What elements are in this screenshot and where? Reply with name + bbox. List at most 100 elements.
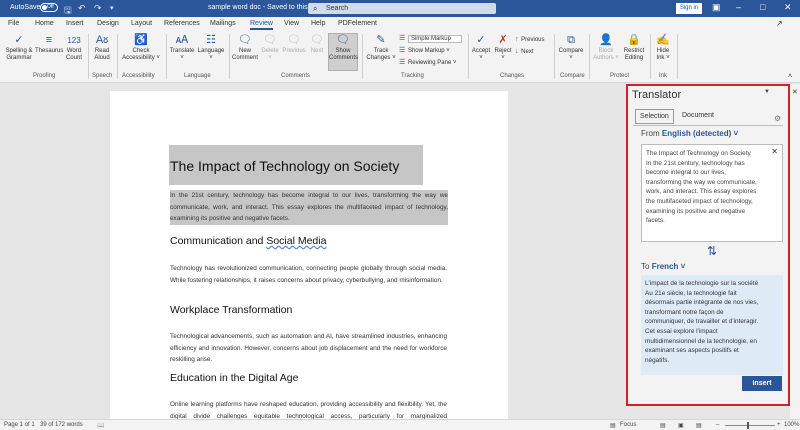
show-markup-button[interactable]: ☰ Show Markup ˅ [399,46,450,54]
new-comment-button[interactable]: 🗨 New Comment [231,34,259,62]
swap-languages-icon[interactable]: ⇅ [707,244,717,258]
clear-icon[interactable]: ✕ [771,147,778,157]
spelling-label: Spelling & Grammar [5,48,33,61]
focus-button[interactable]: Focus [620,422,636,428]
tab-layout[interactable]: Layout [131,20,152,27]
minimize-icon[interactable]: – [736,2,741,12]
translate-button[interactable]: 🗚 Translate ˅ [168,34,196,62]
search-icon: ⌕ [313,4,318,13]
focus-icon[interactable]: ▤ [610,422,616,429]
target-line: multidimensionnel de la technologie, en [645,337,757,345]
delete-comment-button[interactable]: 🗨 Delete ˅ [259,34,281,62]
gear-icon[interactable]: ⚙ [774,114,781,123]
restrict-editing-button[interactable]: 🔒 Restrict Editing [621,34,647,62]
lock-icon: 🔒 [627,34,641,46]
target-line: communiquer, de travailler et d'interagi… [645,318,759,326]
spelling-grammar-button[interactable]: ✓ Spelling & Grammar [4,34,34,62]
zoom-slider-thumb[interactable] [747,422,749,429]
word-count-button[interactable]: 123 Word Count [63,34,85,62]
thesaurus-icon: ≡ [45,34,53,46]
target-line: désormais partie intégrante de nos vies, [645,299,759,307]
page-indicator[interactable]: Page 1 of 1 [4,422,35,428]
tab-selection[interactable]: Selection [635,109,674,124]
close-icon[interactable]: ✕ [784,2,792,13]
previous-comment-button[interactable]: 🗨 Previous [281,34,307,55]
source-line: work, and interact. This essay explores [646,188,757,196]
accept-button[interactable]: ✓ Accept ˅ [470,34,492,62]
compare-button[interactable]: ⧉ Compare ˅ [557,34,585,62]
document-page[interactable]: The Impact of Technology on Society In t… [110,91,508,419]
track-changes-button[interactable]: ✎ Track Changes ˅ [366,34,396,62]
delete-comment-icon: 🗨 [263,34,277,46]
source-text-box[interactable]: ✕ The Impact of Technology on Society In… [641,144,783,242]
web-layout-icon[interactable]: ▤ [696,422,702,429]
previous-change-label: Previous [521,37,545,43]
source-line: examining its positive and negative [646,207,746,215]
read-aloud-button[interactable]: Aᴕ Read Aloud [90,34,114,62]
undo-icon[interactable]: ↶ [78,3,86,14]
autosave-toggle[interactable]: Off [40,3,58,12]
collapse-ribbon-icon[interactable]: ˄ [788,73,792,80]
language-button[interactable]: ☷ Language ˅ [196,34,226,62]
zoom-in-icon[interactable]: + [777,422,781,428]
group-separator [589,34,590,79]
zoom-slider[interactable] [725,425,775,426]
group-label-compare: Compare [560,73,585,79]
thesaurus-button[interactable]: ≡ Thesaurus [35,34,63,55]
reject-button[interactable]: ✗ Reject ˅ [492,34,514,62]
section-heading-communication: Communication and Social Media [170,235,326,247]
zoom-level[interactable]: 100% [784,422,799,428]
print-layout-icon[interactable]: ▣ [678,422,684,429]
tab-insert[interactable]: Insert [66,20,84,27]
previous-change-button[interactable]: ↑ Previous [515,36,545,43]
check-accessibility-button[interactable]: ♿ Check Accessibility ˅ [119,34,163,62]
redo-icon[interactable]: ↷ [94,3,102,14]
compare-icon: ⧉ [567,34,575,46]
word-count-indicator[interactable]: 39 of 172 words [40,422,83,428]
menu-bar: File Home Insert Design Layout Reference… [0,17,800,31]
show-comments-button[interactable]: 🗨 Show Comments [328,33,358,71]
next-change-label: Next [521,49,534,55]
tab-file[interactable]: File [8,20,19,27]
tab-design[interactable]: Design [97,20,119,27]
to-language-select[interactable]: French ˅ [652,262,686,271]
hide-ink-button[interactable]: ✍ Hide Ink ˅ [652,34,674,62]
read-aloud-icon: Aᴕ [95,34,109,46]
block-authors-button[interactable]: 👤 Block Authors ˅ [592,34,620,62]
insert-button[interactable]: Insert [742,376,782,391]
close-pane-icon[interactable]: ✕ [792,88,798,96]
source-line: become integral to our lives, [646,169,726,177]
group-separator [468,34,469,79]
pane-options-icon[interactable]: ▼ [764,89,770,95]
delete-comment-label: Delete ˅ [261,48,279,61]
simple-markup-select[interactable]: ☰ Simple Markup [399,34,462,43]
track-changes-icon: ✎ [376,34,386,46]
proofing-status-icon[interactable]: 📖 [97,422,104,429]
workplace-paragraph: Technological advancements, such as auto… [170,333,447,363]
read-mode-icon[interactable]: ▤ [660,422,666,429]
previous-change-icon: ↑ [515,36,519,43]
maximize-icon[interactable]: □ [760,2,765,12]
tab-help[interactable]: Help [311,20,325,27]
next-change-button[interactable]: ↓ Next [515,48,534,55]
reviewing-pane-button[interactable]: ☰ Reviewing Pane ˅ [399,58,456,66]
tab-view[interactable]: View [284,20,299,27]
tab-document[interactable]: Document [682,112,714,119]
tab-pdfelement[interactable]: PDFelement [338,20,377,27]
group-separator [677,34,678,79]
zoom-out-icon[interactable]: – [716,422,719,428]
tab-divider [633,125,783,126]
customize-icon[interactable]: ▾ [110,4,114,12]
tab-home[interactable]: Home [35,20,54,27]
from-row: From English (detected) ˅ [641,129,738,138]
ribbon-options-icon[interactable]: ▣ [712,2,721,13]
tab-references[interactable]: References [164,20,200,27]
share-icon[interactable]: ↗ [776,19,783,28]
tab-mailings[interactable]: Mailings [210,20,236,27]
search-input[interactable]: ⌕ Search [308,3,496,14]
spelling-icon: ✓ [14,34,24,46]
tab-review[interactable]: Review [250,20,273,30]
sign-in-button[interactable]: Sign in [676,3,702,14]
next-comment-button[interactable]: 🗨 Next [307,34,327,55]
from-language-select[interactable]: English (detected) ˅ [662,129,738,138]
